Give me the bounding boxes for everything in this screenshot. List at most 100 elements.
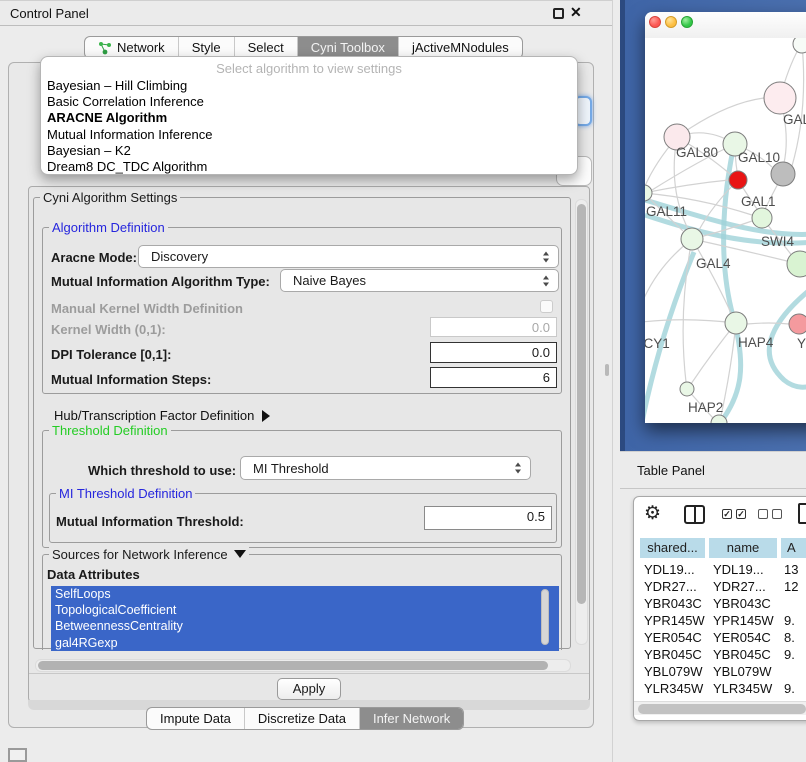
attribute-item[interactable]: BetweennessCentrality [51,618,559,634]
minimize-traffic-light[interactable] [665,16,677,28]
network-node[interactable] [680,382,694,396]
export-table-icon[interactable] [798,503,806,524]
split-columns-icon[interactable] [684,505,705,524]
list-scrollbar-thumb[interactable] [541,589,549,645]
column-header[interactable]: name [708,537,778,559]
network-graph[interactable]: GALGAL80GAL10GAL11GAL1SWI4GAL4GCY1HAP4YH… [645,38,806,423]
network-edge[interactable] [677,98,764,137]
table-row[interactable]: YDR27...YDR27...12 [634,578,806,595]
dropdown-item[interactable]: Bayesian – Hill Climbing [41,78,577,94]
tab-select[interactable]: Select [235,37,298,58]
gear-icon[interactable]: ⚙ [644,502,661,525]
close-icon[interactable]: ✕ [570,4,582,21]
cyni-settings-container: Cyni Algorithm Settings Algorithm Defini… [28,186,590,702]
divider-collapse-handle[interactable] [605,364,609,376]
column-header[interactable]: shared... [639,537,706,559]
mi-steps-field[interactable]: 6 [430,367,557,388]
dropdown-item[interactable]: Mutual Information Inference [41,127,577,143]
which-threshold-select[interactable]: MI Threshold [240,456,531,480]
mi-threshold-field[interactable]: 0.5 [424,506,552,530]
kernel-width-field[interactable]: 0.0 [430,317,557,337]
apply-button[interactable]: Apply [277,678,341,700]
network-edge[interactable] [645,320,736,323]
dropdown-item[interactable]: Bayesian – K2 [41,143,577,159]
dropdown-item[interactable]: Dream8 DC_TDC Algorithm [41,159,577,175]
deselect-all-icon[interactable] [772,509,782,519]
group-title: Algorithm Definition [49,220,168,235]
network-desktop-area: GALGAL80GAL10GAL11GAL1SWI4GAL4GCY1HAP4YH… [620,0,806,451]
tab-infer-network[interactable]: Infer Network [360,708,463,729]
table-row[interactable]: YBR045CYBR045C9. [634,646,806,663]
scrollbar-thumb[interactable] [577,204,586,604]
network-node[interactable] [771,162,795,186]
node-label: Y [797,336,806,351]
manual-kernel-checkbox[interactable] [540,300,553,313]
network-node[interactable] [789,314,806,334]
algorithm-definition-group: Algorithm Definition Aracne Mode: Discov… [42,227,562,394]
node-label: GAL4 [696,256,731,271]
scrollbar-thumb[interactable] [38,661,548,670]
kernel-width-label: Kernel Width (0,1): [51,322,166,337]
table-panel: Table Panel ⚙ ✓ ✓ shared... name A YDL19… [620,451,806,762]
node-label: GAL80 [676,145,718,160]
attribute-item[interactable]: TopologicalCoefficient [51,602,559,618]
dropdown-item[interactable]: Basic Correlation Inference [41,94,577,110]
cyni-algorithm-settings-group: Cyni Algorithm Settings Algorithm Defini… [33,197,571,649]
node-label: SWI4 [761,234,794,249]
select-all-icon[interactable]: ✓ [736,509,746,519]
attribute-item[interactable]: SelfLoops [51,586,559,602]
float-icon[interactable] [553,8,564,19]
close-traffic-light[interactable] [649,16,661,28]
settings-horizontal-scrollbar[interactable] [35,659,571,672]
node-label: HAP4 [738,335,774,350]
aracne-mode-select[interactable]: Discovery [138,245,559,268]
dropdown-item-selected[interactable]: ARACNE Algorithm [41,110,577,126]
table-row[interactable]: YPR145WYPR145W9. [634,612,806,629]
tab-cyni-toolbox[interactable]: Cyni Toolbox [298,37,399,58]
network-node[interactable] [681,228,703,250]
tab-network[interactable]: Network [85,37,179,58]
settings-vertical-scrollbar[interactable] [575,199,588,645]
network-node[interactable] [764,82,796,114]
mi-type-select[interactable]: Naive Bayes [280,269,559,292]
select-all-icon[interactable]: ✓ [722,509,732,519]
minimized-panel-icon[interactable] [8,748,27,762]
network-node[interactable] [752,208,772,228]
hub-definition-toggle[interactable]: Hub/Transcription Factor Definition [54,408,270,423]
window-titlebar[interactable] [645,12,806,38]
scrollbar-thumb[interactable] [638,704,806,714]
table-row[interactable]: YBR043CYBR043C [634,595,806,612]
node-label: GCY1 [645,336,670,351]
network-node[interactable] [725,312,747,334]
tab-jactivemnodules[interactable]: jActiveMNodules [399,37,522,58]
dpi-tolerance-label: DPI Tolerance [0,1]: [51,347,171,362]
table-row[interactable]: YER054CYER054C8. [634,629,806,646]
algorithm-dropdown: Select algorithm to view settings Bayesi… [40,56,578,175]
group-title: MI Threshold Definition [56,486,195,501]
sources-group: Sources for Network Inference Data Attri… [42,554,562,650]
tab-discretize-data[interactable]: Discretize Data [245,708,360,729]
tab-impute-data[interactable]: Impute Data [147,708,245,729]
zoom-traffic-light[interactable] [681,16,693,28]
network-edge[interactable] [747,323,789,324]
network-node[interactable] [793,38,806,53]
table-horizontal-scrollbar[interactable] [634,701,806,715]
stepper-arrows-icon [543,251,550,262]
manual-kernel-label: Manual Kernel Width Definition [51,301,243,316]
table-row[interactable]: YDL19...YDL19...13 [634,561,806,578]
network-window: GALGAL80GAL10GAL11GAL1SWI4GAL4GCY1HAP4YH… [645,12,806,423]
deselect-all-icon[interactable] [758,509,768,519]
network-node[interactable] [787,251,806,277]
network-node[interactable] [645,185,652,201]
sources-toggle[interactable]: Sources for Network Inference [49,547,249,562]
threshold-definition-group: Threshold Definition Which threshold to … [42,430,562,548]
tab-style[interactable]: Style [179,37,235,58]
network-node[interactable] [729,171,747,189]
table-row[interactable]: YLR345WYLR345W9. [634,680,806,697]
group-title: Threshold Definition [49,423,171,438]
column-header[interactable]: A [780,537,806,559]
attribute-item[interactable]: gal4RGexp [51,635,559,651]
dpi-tolerance-field[interactable]: 0.0 [430,342,557,363]
panel-divider [612,0,613,762]
table-row[interactable]: YBL079WYBL079W [634,663,806,680]
